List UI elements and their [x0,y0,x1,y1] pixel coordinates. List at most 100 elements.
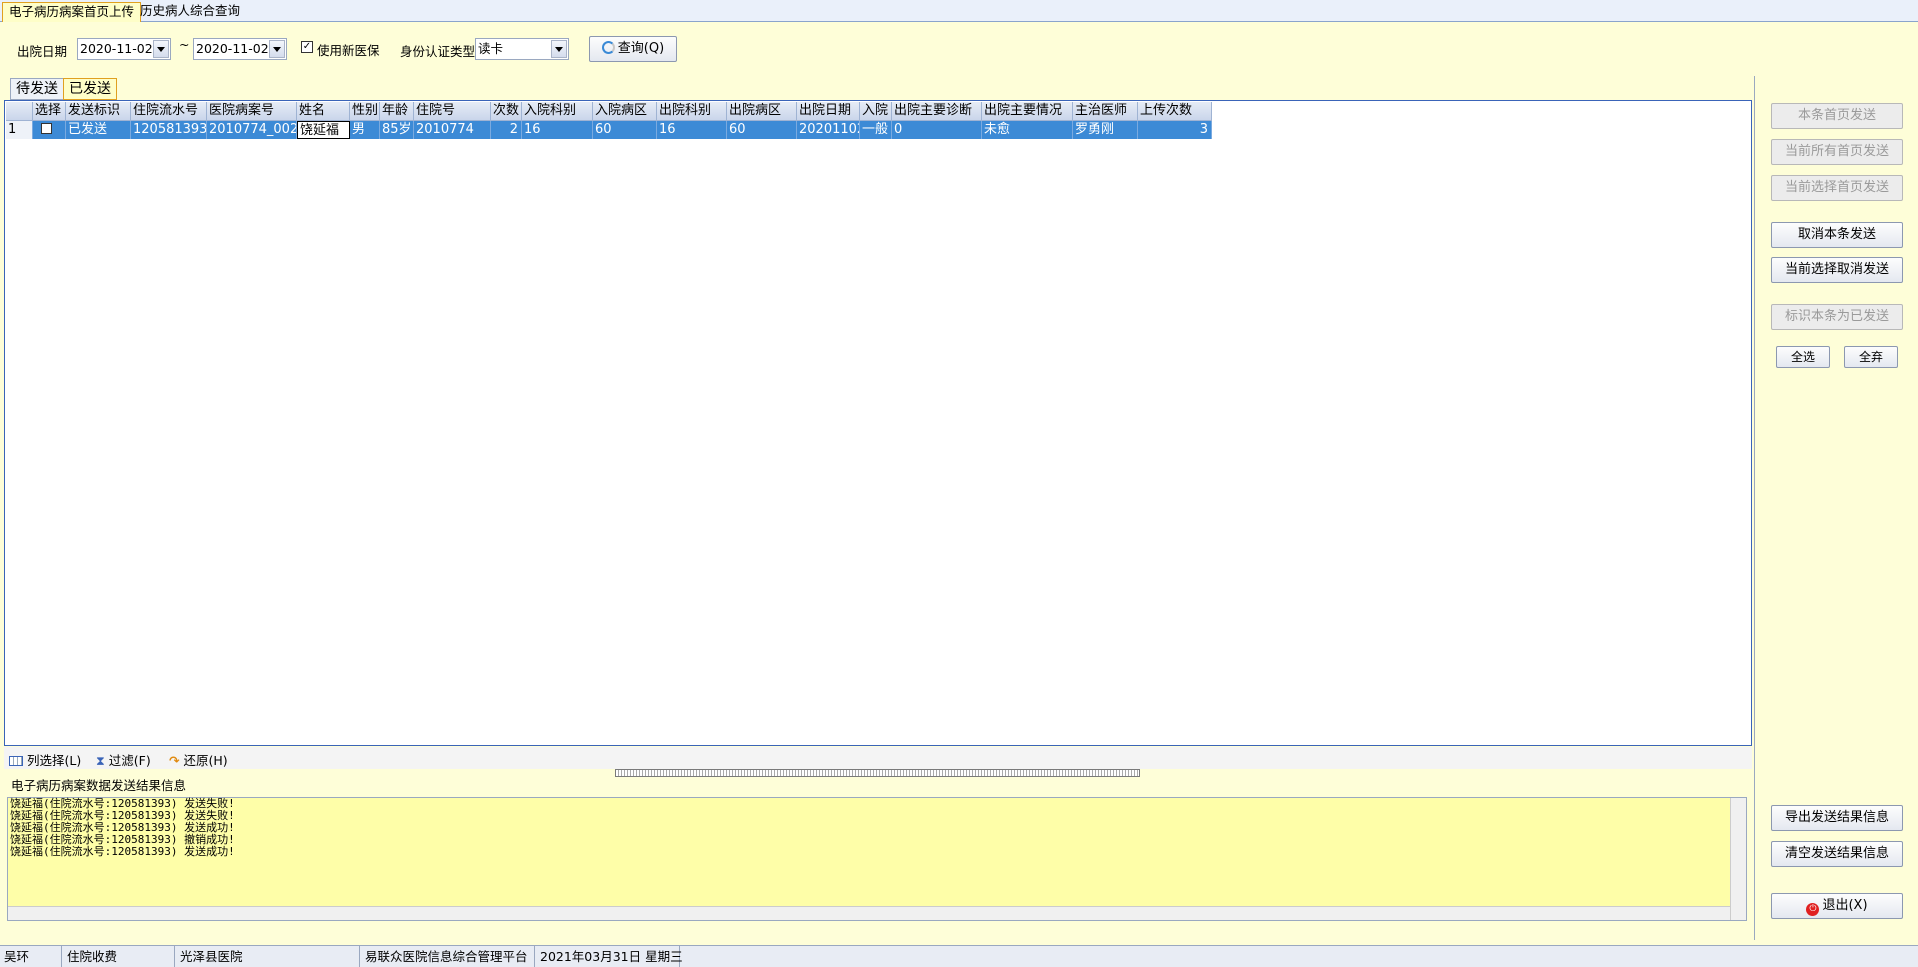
column-header[interactable]: 发送标识 [66,102,131,121]
filter-button[interactable]: ⧗ 过滤(F) [96,750,151,769]
row-select-checkbox[interactable] [41,123,52,134]
admit-dept-cell: 16 [522,121,593,139]
name-cell[interactable]: 饶延福 [297,121,350,139]
filter-label: 过滤(F) [108,753,151,768]
chevron-down-icon[interactable] [269,40,285,58]
export-results-button[interactable]: 导出发送结果信息 [1771,805,1903,831]
status-bar: 吴环 住院收费 光泽县医院 易联众医院信息综合管理平台 2021年03月31日 … [0,945,1918,967]
send-current-button[interactable]: 本条首页发送 [1771,103,1903,129]
inpatient-no-cell: 2010774 [414,121,491,139]
column-header[interactable]: 选择 [33,102,66,121]
column-header[interactable]: 次数 [491,102,522,121]
column-header[interactable]: 性别 [350,102,380,121]
column-header[interactable]: 入院科别 [522,102,593,121]
log-line: 饶延福(住院流水号:120581393) 发送成功! [10,821,235,834]
column-header[interactable]: 出院主要情况 [982,102,1073,121]
gender-cell: 男 [350,121,380,139]
log-line: 饶延福(住院流水号:120581393) 发送失败! [10,797,235,810]
date-separator: ~ [179,37,190,52]
column-header[interactable]: 医院病案号 [207,102,297,121]
status-hospital: 光泽县医院 [176,946,360,967]
log-title: 电子病历病案数据发送结果信息 [11,778,187,793]
date-from-picker[interactable]: 2020-11-02 [77,38,171,60]
restore-arrow-icon: ↷ [169,753,180,768]
use-new-insurance-label: 使用新医保 [317,43,380,58]
column-header[interactable]: 出院主要诊断 [892,102,982,121]
age-cell: 85岁 [380,121,414,139]
column-header[interactable]: 出院病区 [727,102,797,121]
chevron-down-icon[interactable] [551,40,567,58]
cancel-selected-button[interactable]: 当前选择取消发送 [1771,257,1903,283]
column-header[interactable]: 年龄 [380,102,414,121]
log-line: 饶延福(住院流水号:120581393) 发送失败! [10,809,235,822]
date-to-picker[interactable]: 2020-11-02 [193,38,287,60]
column-header[interactable]: 出院科别 [657,102,727,121]
id-type-select[interactable]: 读卡 [475,38,569,60]
deselect-all-button[interactable]: 全弃 [1844,346,1898,368]
use-new-insurance-checkbox[interactable]: ✓ [301,41,313,53]
row-number: 1 [6,121,33,139]
select-all-button[interactable]: 全选 [1776,346,1830,368]
serial-no-cell: 120581393 [133,121,207,139]
status-cell: 已发送 [66,121,131,139]
discharge-date-label: 出院日期 [17,44,68,59]
power-icon: ⏻ [1806,903,1820,916]
column-header[interactable]: 住院号 [414,102,491,121]
clear-results-button[interactable]: 清空发送结果信息 [1771,841,1903,867]
status-module: 住院收费 [63,946,175,967]
record-no-cell: 2010774_002 [209,121,297,139]
send-selected-button[interactable]: 当前选择首页发送 [1771,175,1903,201]
attending-doctor-cell: 罗勇刚 [1073,121,1138,139]
table-row[interactable]: 1 已发送 120581393 2010774_002 饶延福 男 85岁 20… [6,121,1212,139]
tab-pending[interactable]: 待发送 [10,78,64,100]
window-tab-bar: 电子病历病案首页上传 历史病人综合查询 [0,0,1918,22]
log-line: 饶延福(住院流水号:120581393) 撤销成功! [10,833,235,846]
query-button[interactable]: 查询(Q) [589,36,677,62]
row-select-cell[interactable] [33,121,66,139]
grid-header: 选择 发送标识 住院流水号 医院病案号 姓名 性别 年龄 住院号 次数 入院科别… [6,102,1212,121]
column-header[interactable]: 入院病区 [593,102,657,121]
times-cell: 2 [491,121,522,139]
chevron-down-icon[interactable] [153,40,169,58]
log-vertical-scrollbar[interactable] [1730,798,1746,920]
column-header[interactable]: 住院流水号 [131,102,207,121]
query-button-label: 查询(Q) [617,41,665,56]
column-header[interactable]: 上传次数 [1138,102,1212,121]
column-header[interactable]: 入院 [860,102,892,121]
restore-button[interactable]: ↷ 还原(H) [169,750,228,769]
grid-toolbar: 列选择(L) ⧗ 过滤(F) ↷ 还原(H) [4,747,1752,769]
date-from-value: 2020-11-02 [80,41,153,56]
header-corner [6,102,33,121]
status-user: 吴环 [0,946,62,967]
status-date: 2021年03月31日 星期三 [536,946,683,967]
upload-count-cell: 3 [1138,121,1212,139]
cancel-current-button[interactable]: 取消本条发送 [1771,222,1903,248]
id-type-label: 身份认证类型 [400,44,476,59]
discharge-date-cell: 20201102 [799,121,860,139]
main-diagnosis-cell: 0 [892,121,982,139]
mark-sent-button[interactable]: 标识本条为已发送 [1771,304,1903,330]
records-grid: 选择 发送标识 住院流水号 医院病案号 姓名 性别 年龄 住院号 次数 入院科别… [4,100,1752,746]
panel-splitter[interactable] [615,769,1140,777]
column-header[interactable]: 主治医师 [1073,102,1138,121]
tab-emr-upload[interactable]: 电子病历病案首页上传 [2,2,142,22]
result-log[interactable]: 饶延福(住院流水号:120581393) 发送失败! 饶延福(住院流水号:120… [7,797,1747,921]
hourglass-icon: ⧗ [96,753,105,768]
action-panel: 本条首页发送 当前所有首页发送 当前选择首页发送 取消本条发送 当前选择取消发送… [1754,76,1918,940]
tab-history-query[interactable]: 历史病人综合查询 [134,2,246,22]
discharge-dept-cell: 16 [657,121,727,139]
discharge-ward-cell: 60 [727,121,797,139]
column-header[interactable]: 姓名 [297,102,350,121]
send-all-button[interactable]: 当前所有首页发送 [1771,139,1903,165]
admit-ward-cell: 60 [593,121,657,139]
log-horizontal-scrollbar[interactable] [8,906,1730,920]
column-select-label: 列选择(L) [26,753,82,768]
tab-sent[interactable]: 已发送 [63,78,117,100]
column-header[interactable]: 出院日期 [797,102,860,121]
refresh-icon [601,41,615,54]
exit-button-label: 退出(X) [1822,898,1868,913]
exit-button[interactable]: ⏻ 退出(X) [1771,893,1903,919]
id-type-value: 读卡 [478,41,504,56]
filter-bar: 出院日期 2020-11-02 ~ 2020-11-02 ✓ 使用新医保 身份认… [0,23,1918,75]
column-select-button[interactable]: 列选择(L) [9,750,81,769]
